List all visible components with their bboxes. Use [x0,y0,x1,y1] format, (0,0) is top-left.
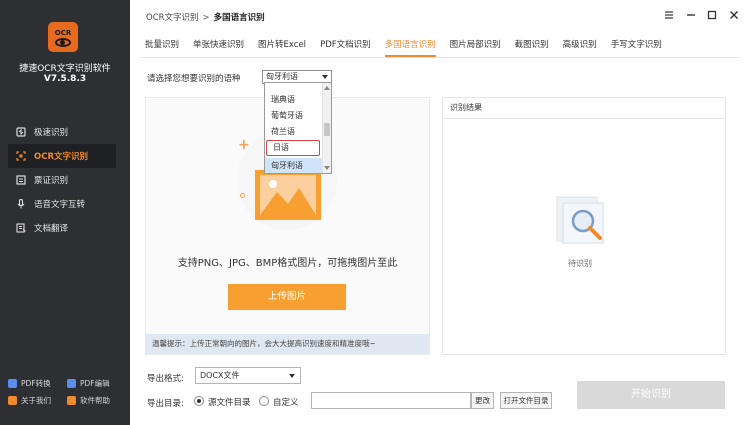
tab-divider [140,57,740,58]
footer-link-label: 关于我们 [21,396,51,405]
sidebar-footer: PDF转换 PDF编辑 关于我们 软件帮助 [8,378,126,406]
footer-link-label: PDF转换 [21,379,51,388]
tab-bar: 批量识别 单张快速识别 图片转Excel PDF文档识别 多国语言识别 图片局部… [145,35,662,57]
radio-custom-label: 自定义 [273,398,299,408]
eye-icon [55,37,71,47]
document-search-icon [556,196,604,244]
result-header: 识别结果 [442,97,726,119]
speed-icon [16,127,26,137]
dropdown-option-highlighted[interactable]: 日语 [266,140,320,156]
sidebar-item-label: OCR文字识别 [34,152,89,162]
about-link[interactable]: 关于我们 [8,395,67,406]
sidebar-item-translate[interactable]: 文档翻译 [8,216,116,240]
app-logo: OCR [48,22,78,52]
tab-partial[interactable]: 图片局部识别 [450,35,501,57]
breadcrumb: OCR文字识别 > 多国语言识别 [146,11,265,23]
language-selected: 匈牙利语 [266,72,298,81]
title-bar: OCR文字识别 > 多国语言识别 [130,0,750,30]
plus-icon: + [238,137,250,153]
support-text: 支持PNG、JPG、BMP格式图片，可拖拽图片至此 [177,258,398,269]
tab-screenshot[interactable]: 截图识别 [515,35,549,57]
open-dir-button[interactable]: 打开文件目录 [500,392,552,409]
minimize-icon[interactable] [684,8,698,22]
decor-ring [240,193,245,198]
sidebar: OCR 捷速OCR文字识别软件 V7.5.8.3 极速识别 OCR文字识别 票证… [0,0,130,425]
sidebar-item-ocr[interactable]: OCR文字识别 [8,144,116,168]
footer-link-label: PDF编辑 [80,379,110,388]
chevron-down-icon [322,75,328,79]
close-icon[interactable] [727,8,741,22]
tab-single[interactable]: 单张快速识别 [193,35,244,57]
dropdown-option[interactable]: 荷兰语 [265,124,323,140]
pdf-convert-link[interactable]: PDF转换 [8,378,67,389]
pdf-convert-icon [8,379,17,388]
footer-link-label: 软件帮助 [80,396,110,405]
sidebar-item-label: 票证识别 [34,176,69,186]
radio-custom-dir[interactable] [259,396,269,406]
language-label: 请选择您想要识别的语种 [147,74,241,84]
upload-image-button[interactable]: 上传图片 [228,284,346,310]
sidebar-item-voice[interactable]: 语音文字互转 [8,192,116,216]
tab-batch[interactable]: 批量识别 [145,35,179,57]
dropdown-option[interactable]: 葡萄牙语 [265,108,323,124]
scroll-down-icon[interactable] [324,166,330,170]
change-dir-button[interactable]: 更改 [471,392,494,409]
tab-multilang[interactable]: 多国语言识别 [384,35,436,57]
maximize-icon[interactable] [705,8,719,22]
export-format-value: DOCX文件 [200,371,240,380]
dropdown-option-partial [265,83,323,90]
chevron-down-icon [289,374,295,378]
help-link[interactable]: 软件帮助 [67,395,126,406]
export-format-label: 导出格式: [147,374,184,384]
sidebar-item-ticket[interactable]: 票证识别 [8,168,116,192]
scroll-up-icon[interactable] [324,86,330,90]
export-path-input[interactable] [311,392,471,409]
app-name: 捷速OCR文字识别软件 [19,64,111,74]
export-format-select[interactable]: DOCX文件 [195,367,301,384]
about-icon [8,396,17,405]
breadcrumb-root[interactable]: OCR文字识别 [146,13,199,23]
pdf-edit-link[interactable]: PDF编辑 [67,378,126,389]
ocr-icon [16,151,26,161]
help-icon [67,396,76,405]
tip-bar: 温馨提示：上传正常朝向的图片，会大大提高识别速度和精准度哦~ [146,334,429,354]
microphone-icon [16,199,26,209]
tab-excel[interactable]: 图片转Excel [258,35,306,57]
dropdown-option-selected[interactable]: 匈牙利语 [265,158,323,173]
radio-source-label: 源文件目录 [208,398,251,408]
sidebar-item-speed[interactable]: 极速识别 [8,120,116,144]
sidebar-item-label: 极速识别 [34,128,69,138]
radio-source-dir[interactable] [194,396,204,406]
app-version: V7.5.8.3 [43,74,87,84]
breadcrumb-separator: > [202,13,210,23]
export-dir-label: 导出目录: [147,399,184,409]
image-placeholder-icon [255,170,321,220]
ticket-icon [16,175,26,185]
pdf-edit-icon [67,379,76,388]
dropdown-scrollbar[interactable] [322,83,331,173]
logo-text: OCR [54,28,72,37]
sidebar-item-label: 文档翻译 [34,224,69,234]
translate-icon [16,223,26,233]
scroll-thumb[interactable] [324,123,330,136]
language-dropdown-list: 瑞典语 葡萄牙语 荷兰语 日语 匈牙利语 [264,82,332,174]
sidebar-nav: 极速识别 OCR文字识别 票证识别 语音文字互转 文档翻译 [8,120,116,240]
tab-pdf[interactable]: PDF文档识别 [320,35,371,57]
dropdown-option[interactable]: 瑞典语 [265,92,323,108]
start-recognition-button[interactable]: 开始识别 [577,381,725,409]
tab-handwriting[interactable]: 手写文字识别 [611,35,662,57]
menu-icon[interactable] [662,8,676,22]
sidebar-item-label: 语音文字互转 [34,200,86,210]
result-empty-text: 待识别 [568,259,592,268]
tab-advanced[interactable]: 高级识别 [563,35,597,57]
breadcrumb-current: 多国语言识别 [213,13,265,23]
